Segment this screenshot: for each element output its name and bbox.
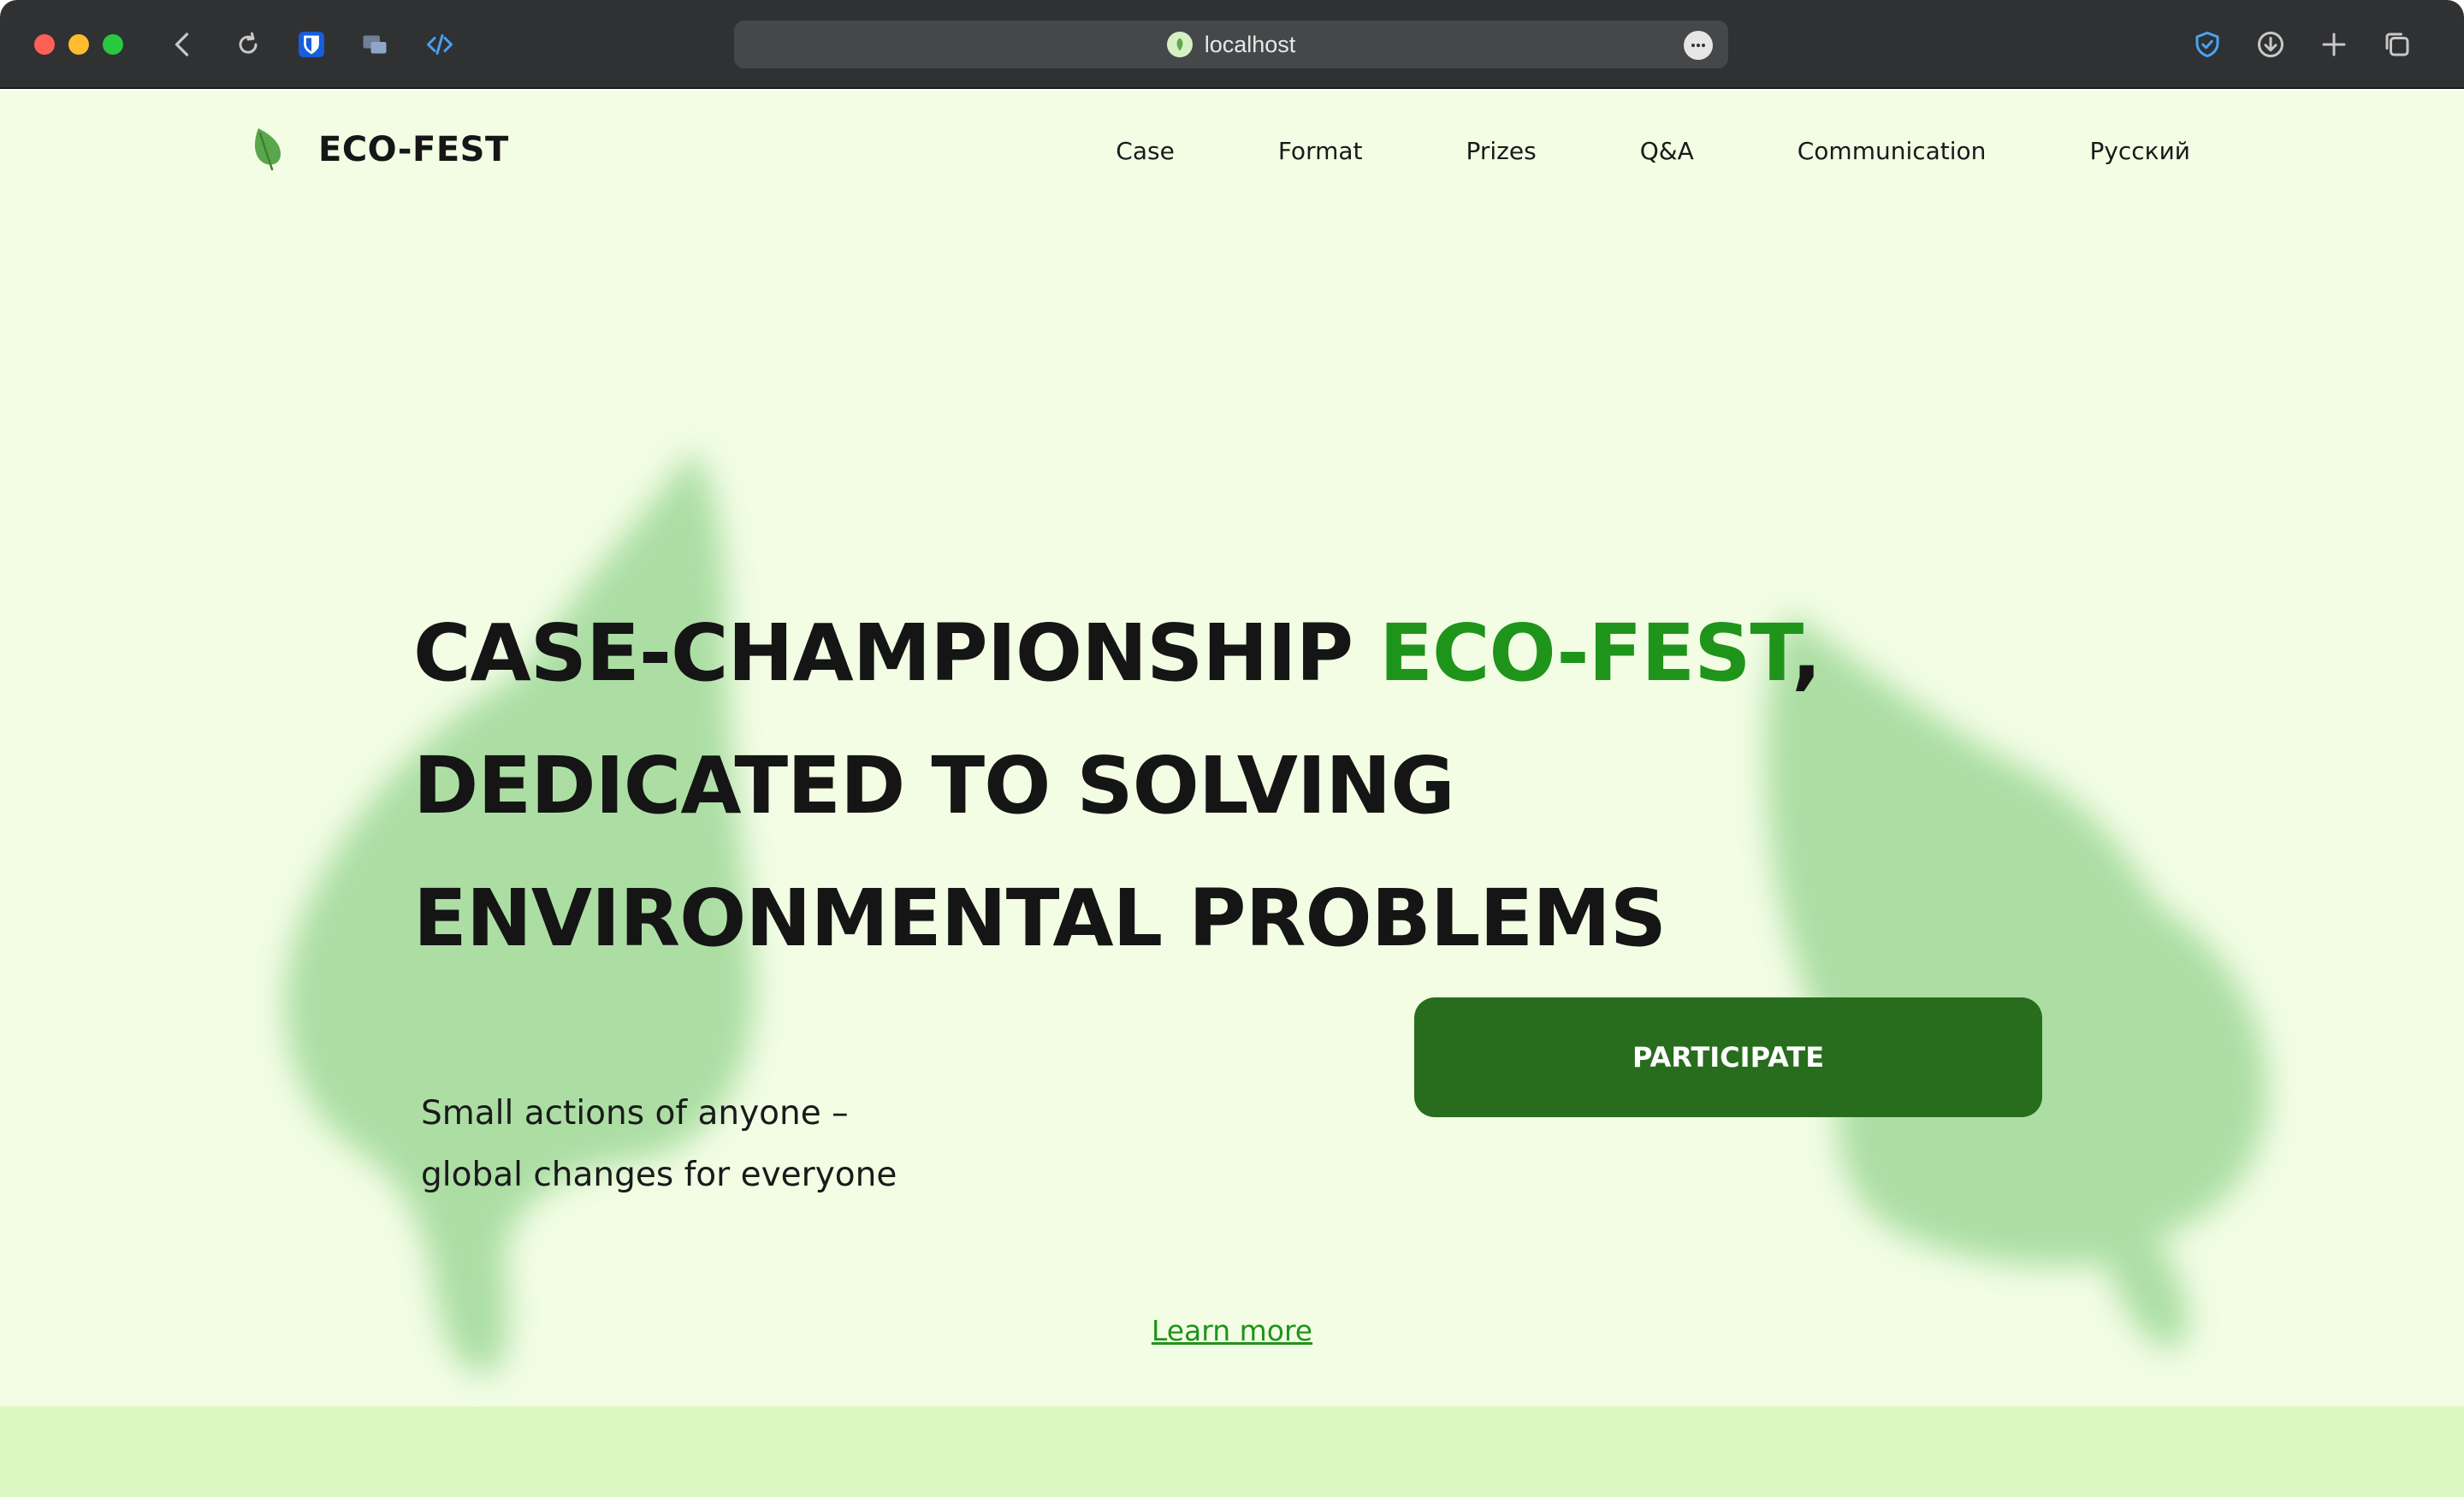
hero-title-line2: DEDICATED TO SOLVING xyxy=(413,740,1455,831)
close-window-button[interactable] xyxy=(34,34,55,55)
screens-icon[interactable] xyxy=(354,24,395,65)
participate-button[interactable]: PARTICIPATE xyxy=(1414,997,2042,1117)
learn-more-link[interactable]: Learn more xyxy=(1152,1314,1312,1347)
next-section-strip xyxy=(0,1406,2464,1497)
main-navigation: Case Format Prizes Q&A Communication Рус… xyxy=(1116,137,2190,165)
shield-icon[interactable] xyxy=(2187,24,2228,65)
browser-toolbar: localhost xyxy=(0,0,2464,89)
nav-link-format[interactable]: Format xyxy=(1278,137,1363,165)
nav-link-prizes[interactable]: Prizes xyxy=(1466,137,1537,165)
minimize-window-button[interactable] xyxy=(68,34,89,55)
hero-title-line3: ENVIRONMENTAL PROBLEMS xyxy=(413,873,1667,964)
more-options-icon[interactable] xyxy=(1684,31,1713,60)
site-favicon-icon xyxy=(1166,32,1193,57)
hero-title: CASE-CHAMPIONSHIP ECO-FEST, DEDICATED TO… xyxy=(413,587,2210,985)
learn-more-container: Learn more xyxy=(0,1314,2464,1347)
logo-text: ECO-FEST xyxy=(318,130,509,169)
page-content: ECO-FEST Case Format Prizes Q&A Communic… xyxy=(0,91,2464,1497)
hero-tagline: Small actions of anyone – global changes… xyxy=(421,1083,897,1206)
tabs-overview-icon[interactable] xyxy=(2377,24,2418,65)
leaf-logo-icon xyxy=(255,128,281,171)
language-switch[interactable]: Русский xyxy=(2089,137,2190,165)
hero-title-comma: , xyxy=(1792,607,1821,699)
maximize-window-button[interactable] xyxy=(103,34,123,55)
nav-link-qa[interactable]: Q&A xyxy=(1640,137,1694,165)
address-bar[interactable]: localhost xyxy=(734,21,1728,68)
bitwarden-icon[interactable] xyxy=(291,24,332,65)
reload-icon[interactable] xyxy=(228,24,269,65)
hero-title-accent: ECO-FEST xyxy=(1379,607,1792,699)
back-icon[interactable] xyxy=(163,24,204,65)
site-logo[interactable]: ECO-FEST xyxy=(250,125,509,175)
tagline-line-1: Small actions of anyone – xyxy=(421,1094,849,1133)
url-text: localhost xyxy=(1204,31,1296,57)
nav-link-case[interactable]: Case xyxy=(1116,137,1175,165)
devtools-icon[interactable] xyxy=(419,24,460,65)
new-tab-icon[interactable] xyxy=(2313,24,2354,65)
nav-link-communication[interactable]: Communication xyxy=(1798,137,1987,165)
tagline-line-2: global changes for everyone xyxy=(421,1156,897,1194)
download-icon[interactable] xyxy=(2250,24,2291,65)
hero-title-part1: CASE-CHAMPIONSHIP xyxy=(413,607,1380,699)
site-header: ECO-FEST Case Format Prizes Q&A Communic… xyxy=(0,91,2464,210)
